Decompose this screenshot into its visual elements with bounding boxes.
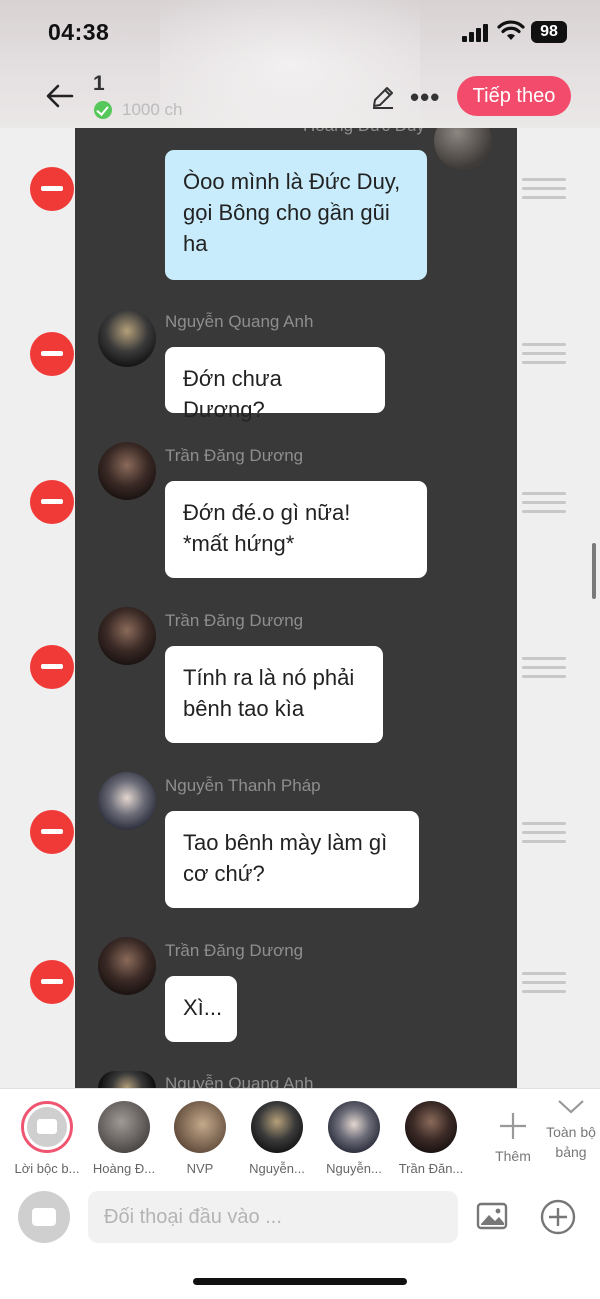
back-arrow-icon[interactable] — [44, 80, 76, 112]
cast-character[interactable]: NVP — [165, 1101, 235, 1176]
avatar — [328, 1101, 380, 1153]
cast-character[interactable]: Trần Đăn... — [396, 1101, 466, 1176]
message-bubble[interactable]: Òoo mình là Đức Duy, gọi Bông cho gần gũ… — [165, 150, 427, 280]
drag-handle[interactable] — [522, 178, 566, 200]
cast-narrator[interactable]: Lời bộc b... — [12, 1101, 82, 1176]
next-button[interactable]: Tiếp theo — [457, 76, 571, 116]
message-bubble[interactable]: Tính ra là nó phải bênh tao kìa — [165, 646, 383, 743]
sender-name: Nguyễn Quang Anh — [165, 1074, 314, 1088]
cellular-signal-icon — [462, 24, 490, 42]
show-all-cast-button[interactable]: Toàn bộ bảng — [540, 1095, 600, 1162]
narration-toggle-icon[interactable] — [18, 1191, 70, 1243]
chevron-down-icon — [558, 1100, 584, 1114]
avatar — [98, 1101, 150, 1153]
cast-character[interactable]: Nguyễn... — [242, 1101, 312, 1176]
sender-name: Trần Đăng Dương — [165, 941, 304, 960]
cast-character[interactable]: Hoàng Đ... — [89, 1101, 159, 1176]
avatar — [98, 937, 156, 995]
narration-icon — [27, 1107, 67, 1147]
dialogue-input[interactable] — [88, 1191, 458, 1243]
message-bubble[interactable]: Tao bênh mày làm gì cơ chứ? — [165, 811, 419, 908]
scrollbar[interactable] — [592, 543, 596, 599]
message-bubble[interactable]: Xì... — [165, 976, 237, 1042]
char-count: 1000 ch — [122, 100, 183, 119]
add-character-button[interactable]: Thêm — [490, 1099, 536, 1164]
avatar — [251, 1101, 303, 1153]
image-icon[interactable] — [476, 1202, 508, 1230]
composer — [0, 1189, 600, 1245]
avatar — [98, 772, 156, 830]
bottom-panel: Lời bộc b... Hoàng Đ... NVP Nguyễn... Ng… — [0, 1088, 600, 1299]
remove-message-button[interactable] — [30, 167, 74, 211]
home-indicator — [193, 1278, 407, 1285]
more-options-icon[interactable]: ••• — [410, 82, 440, 113]
message-bubble[interactable]: Đớn đé.o gì nữa! *mất hứng* — [165, 481, 427, 578]
cast-character[interactable]: Nguyễn... — [319, 1101, 389, 1176]
wifi-icon — [497, 20, 525, 40]
avatar — [405, 1101, 457, 1153]
avatar — [98, 607, 156, 665]
avatar — [98, 442, 156, 500]
sender-name: Nguyễn Thanh Pháp — [165, 776, 321, 795]
remove-message-button[interactable] — [30, 960, 74, 1004]
top-bar: 04:38 98 1 1000 ch ••• Tiếp theo — [0, 0, 600, 128]
draft-number: 1 — [93, 72, 105, 95]
drag-handle[interactable] — [522, 972, 566, 994]
avatar — [174, 1101, 226, 1153]
sender-name: Trần Đăng Dương — [165, 611, 304, 630]
remove-message-button[interactable] — [30, 810, 74, 854]
drag-handle[interactable] — [522, 822, 566, 844]
sender-name: Nguyễn Quang Anh — [165, 312, 314, 331]
remove-message-button[interactable] — [30, 645, 74, 689]
edit-pencil-icon[interactable] — [370, 84, 396, 110]
add-circle-icon[interactable] — [540, 1199, 576, 1235]
remove-message-button[interactable] — [30, 480, 74, 524]
plus-icon — [500, 1113, 526, 1139]
drag-handle[interactable] — [522, 657, 566, 679]
status-time: 04:38 — [48, 19, 110, 45]
drag-handle[interactable] — [522, 492, 566, 514]
remove-message-button[interactable] — [30, 332, 74, 376]
sender-name: Trần Đăng Dương — [165, 446, 304, 465]
drag-handle[interactable] — [522, 343, 566, 365]
avatar — [98, 1071, 156, 1088]
battery-indicator: 98 — [531, 21, 567, 43]
message-bubble[interactable]: Đớn chưa Dương? — [165, 347, 385, 422]
check-icon — [94, 101, 112, 119]
avatar — [98, 309, 156, 367]
